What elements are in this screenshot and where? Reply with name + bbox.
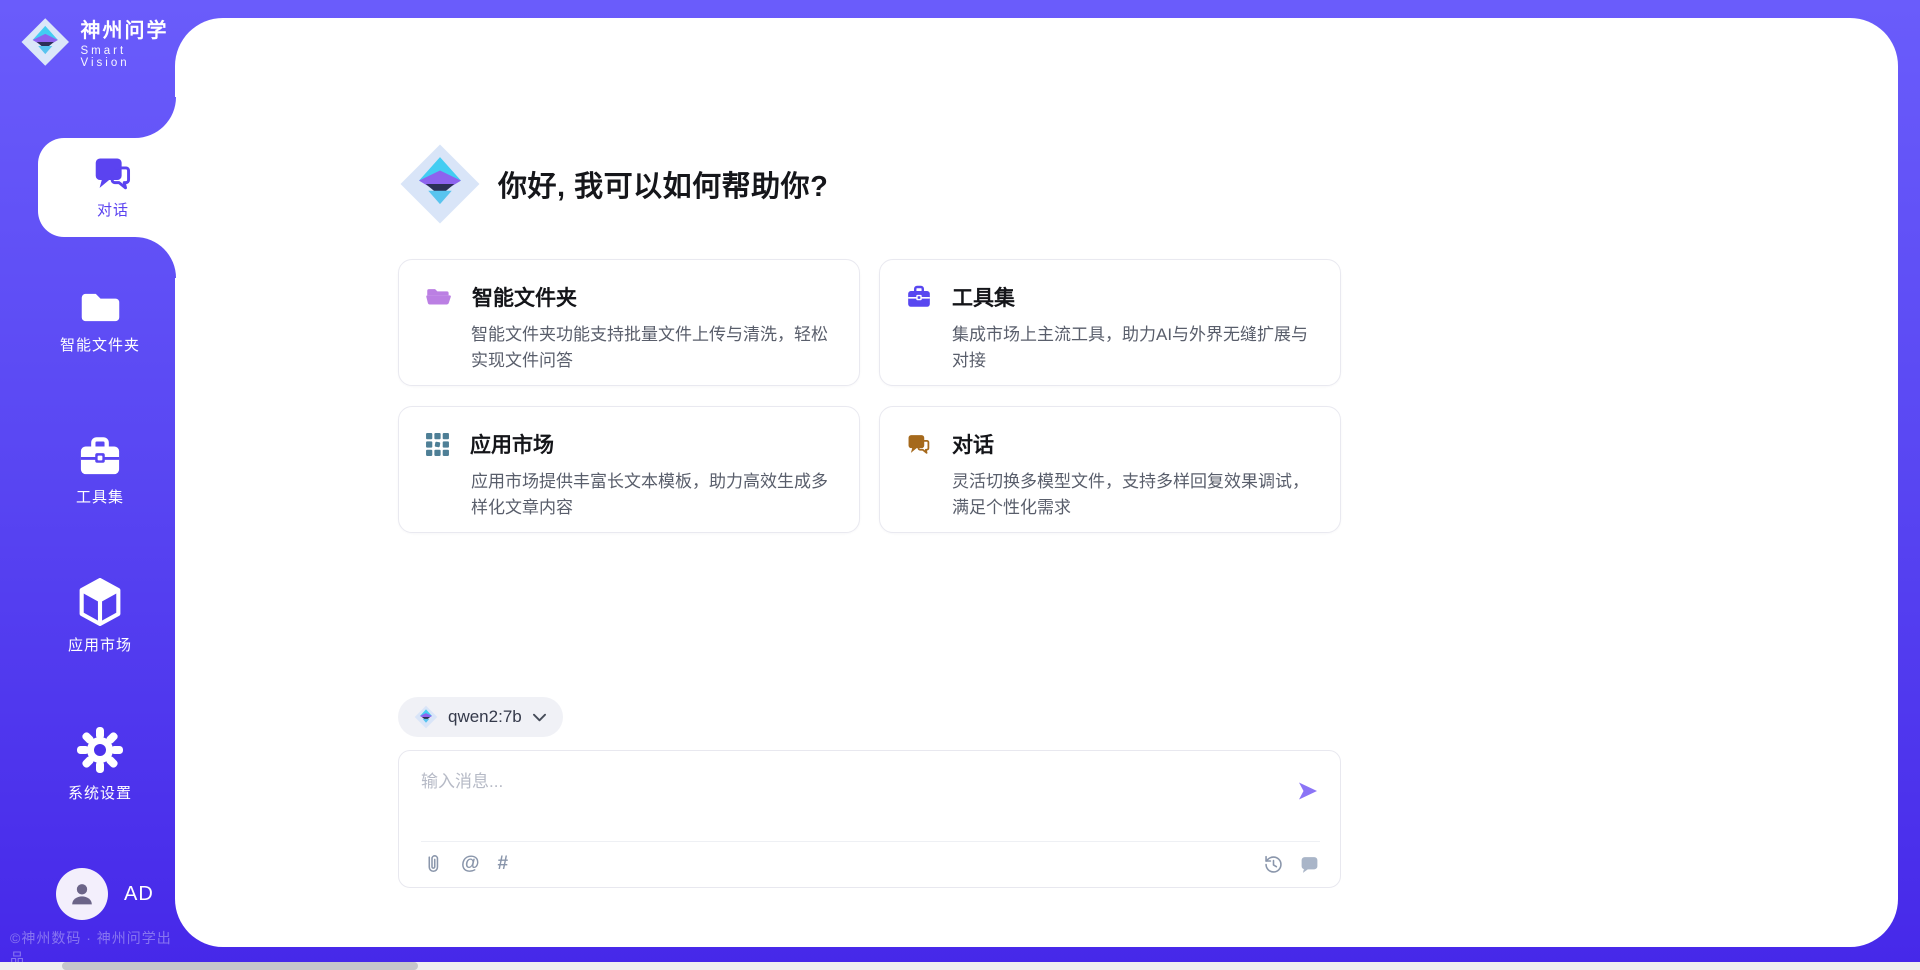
card-chat[interactable]: 对话 灵活切换多模型文件，支持多样回复效果调试，满足个性化需求 (879, 406, 1341, 533)
paperclip-icon[interactable] (421, 853, 443, 875)
card-toolbox[interactable]: 工具集 集成市场上主流工具，助力AI与外界无缝扩展与对接 (879, 259, 1341, 386)
sidebar-item-settings[interactable]: 系统设置 (25, 726, 175, 803)
brand-subtitle: Smart Vision (81, 45, 175, 69)
card-description: 智能文件夹功能支持批量文件上传与清洗，轻松实现文件问答 (471, 322, 833, 373)
at-icon[interactable]: @ (461, 853, 480, 875)
folder-open-icon (425, 285, 452, 309)
greeting: 你好, 我可以如何帮助你? (398, 142, 1341, 226)
hash-icon[interactable]: # (498, 853, 509, 875)
composer-toolbar: @ # (421, 841, 1320, 875)
card-title: 对话 (952, 429, 994, 459)
tab-fillet-bottom (135, 237, 176, 278)
card-description: 应用市场提供丰富长文本模板，助力高效生成多样化文章内容 (471, 469, 833, 520)
composer-toolbar-right (1262, 853, 1320, 875)
sidebar-item-label: 系统设置 (68, 782, 132, 803)
message-composer: @ # (398, 750, 1341, 888)
cube-icon (78, 578, 122, 626)
chat-bubble-icon[interactable] (1298, 853, 1320, 875)
card-description: 灵活切换多模型文件，支持多样回复效果调试，满足个性化需求 (952, 469, 1314, 520)
gear-icon (76, 726, 124, 774)
chevron-down-icon (532, 711, 547, 724)
sidebar-item-label: 应用市场 (68, 634, 132, 655)
toolbox-icon (906, 285, 932, 309)
card-app-market[interactable]: 应用市场 应用市场提供丰富长文本模板，助力高效生成多样化文章内容 (398, 406, 860, 533)
sidebar-item-label: 对话 (97, 199, 129, 220)
sidebar-item-market[interactable]: 应用市场 (25, 578, 175, 655)
user-profile[interactable]: AD (56, 868, 154, 920)
message-input[interactable] (421, 767, 1281, 825)
model-selector[interactable]: qwen2:7b (398, 697, 563, 737)
sidebar-item-label: 工具集 (76, 486, 124, 507)
sidebar-item-chat[interactable]: 对话 (38, 138, 188, 237)
card-smart-folder[interactable]: 智能文件夹 智能文件夹功能支持批量文件上传与清洗，轻松实现文件问答 (398, 259, 860, 386)
apps-grid-icon (425, 432, 450, 457)
model-name: qwen2:7b (448, 707, 522, 727)
sidebar-item-folders[interactable]: 智能文件夹 (25, 288, 175, 355)
main-content: 你好, 我可以如何帮助你? 智能文件夹 智能文件夹功能支持批量文件上传与清洗，轻… (398, 142, 1341, 888)
tab-fillet-top (135, 97, 176, 138)
feature-cards: 智能文件夹 智能文件夹功能支持批量文件上传与清洗，轻松实现文件问答 工具集 集成… (398, 259, 1341, 533)
card-description: 集成市场上主流工具，助力AI与外界无缝扩展与对接 (952, 322, 1314, 373)
brand-name: 神州问学 (81, 14, 175, 43)
card-title: 智能文件夹 (472, 282, 577, 312)
user-name: AD (124, 883, 154, 906)
folder-icon (78, 288, 123, 326)
card-title: 工具集 (952, 282, 1015, 312)
brand-diamond-icon (20, 15, 71, 69)
sidebar-item-label: 智能文件夹 (60, 334, 140, 355)
chat-icon (906, 433, 932, 456)
horizontal-scrollbar[interactable] (0, 962, 1920, 970)
history-icon[interactable] (1262, 853, 1284, 875)
person-icon (67, 879, 97, 909)
horizontal-scrollbar-thumb[interactable] (62, 962, 418, 970)
brand-diamond-icon (414, 705, 438, 729)
brand: 神州问学 Smart Vision (20, 14, 175, 69)
send-icon[interactable] (1296, 779, 1320, 803)
toolbox-icon (77, 436, 123, 478)
card-title: 应用市场 (470, 429, 554, 459)
sidebar-item-toolbox[interactable]: 工具集 (25, 436, 175, 507)
chat-icon (92, 155, 134, 193)
greeting-text: 你好, 我可以如何帮助你? (498, 163, 828, 205)
brand-diamond-icon (398, 142, 482, 226)
sidebar: 神州问学 Smart Vision 对话 智能文件夹 工具集 (0, 0, 175, 970)
avatar (56, 868, 108, 920)
